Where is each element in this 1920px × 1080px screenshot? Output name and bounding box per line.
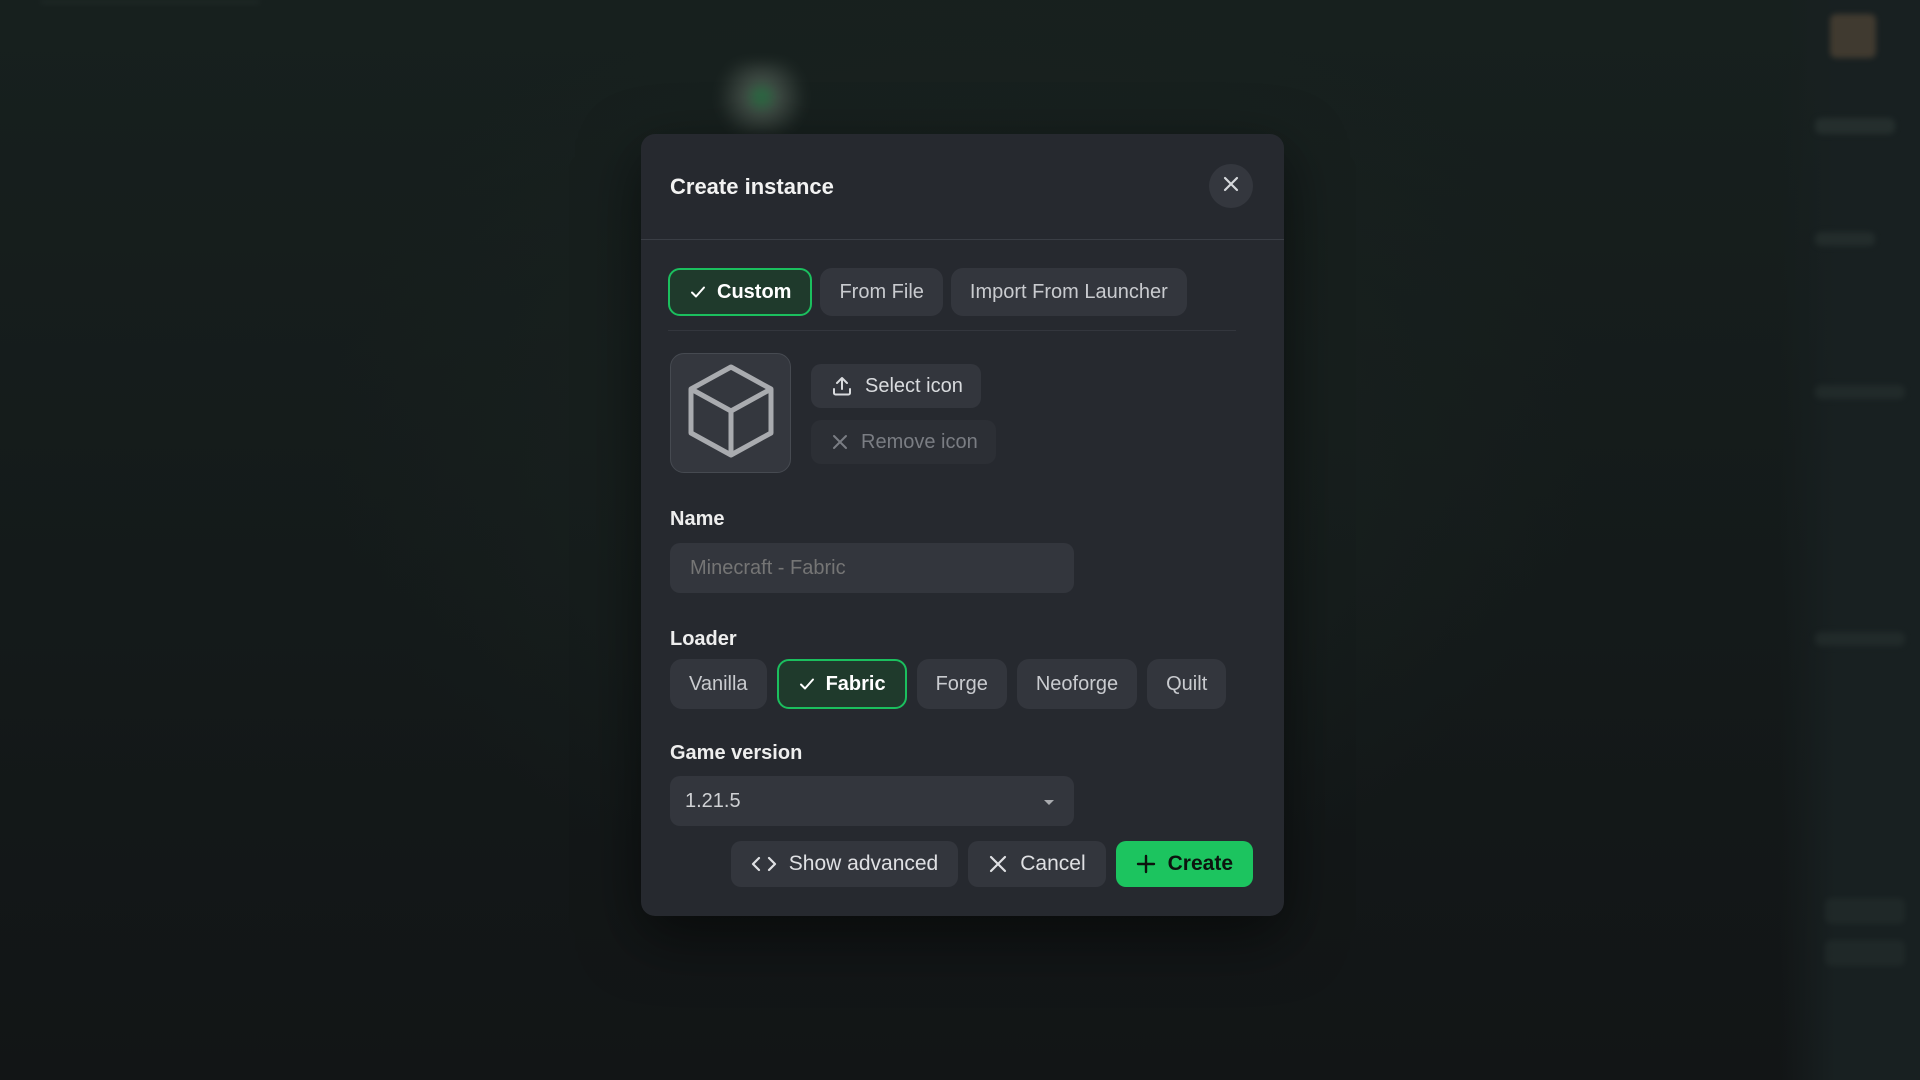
background-text [1825,940,1905,966]
create-button[interactable]: Create [1115,841,1253,887]
show-advanced-button[interactable]: Show advanced [730,841,959,887]
x-icon [831,433,849,451]
loader-quilt[interactable]: Quilt [1147,659,1227,709]
plus-icon [1136,854,1156,874]
background-text [1815,385,1905,399]
source-tabs: Custom From File Import From Launcher [668,268,1187,316]
cancel-button[interactable]: Cancel [968,841,1106,887]
cube-icon [685,361,777,466]
cancel-label: Cancel [1020,852,1086,875]
game-version-label: Game version [670,742,803,764]
game-version-select[interactable]: 1.21.5 [670,776,1074,826]
background-logo [712,62,822,132]
dialog-title: Create instance [670,174,834,199]
tab-import-label: Import From Launcher [969,280,1168,303]
name-label: Name [670,508,725,530]
create-instance-dialog: Create instance Custom From File Import … [641,134,1284,916]
instance-icon-preview [670,353,791,473]
loader-forge-label: Forge [935,672,988,695]
loader-vanilla[interactable]: Vanilla [670,659,767,709]
loader-label: Loader [670,628,737,650]
select-icon-label: Select icon [865,374,963,397]
loader-neoforge-label: Neoforge [1035,672,1119,695]
dialog-header: Create instance [641,134,1284,240]
background-text [1815,632,1905,646]
tab-from-file-label: From File [839,280,924,303]
background-text [40,0,260,4]
background-text [1815,232,1875,246]
tabs-divider [668,330,1236,331]
game-version-value: 1.21.5 [685,789,741,812]
remove-icon-button[interactable]: Remove icon [811,420,996,464]
loader-neoforge[interactable]: Neoforge [1016,659,1138,709]
tab-custom-label: Custom [717,280,792,303]
loader-vanilla-label: Vanilla [689,672,748,695]
tab-custom[interactable]: Custom [668,268,813,316]
loader-fabric[interactable]: Fabric [776,659,907,709]
code-icon [751,854,777,874]
name-input[interactable] [670,543,1074,593]
check-icon [798,675,816,693]
background-text [1815,118,1895,134]
select-icon-button[interactable]: Select icon [811,364,981,408]
close-icon [1222,175,1240,198]
close-button[interactable] [1209,164,1253,208]
remove-icon-label: Remove icon [861,430,978,453]
upload-icon [831,375,853,397]
show-advanced-label: Show advanced [788,852,939,875]
dialog-footer: Show advanced Cancel Create [730,841,1253,887]
create-label: Create [1167,852,1233,875]
icon-actions: Select icon Remove icon [811,364,996,464]
loader-quilt-label: Quilt [1166,672,1208,695]
x-icon [988,854,1008,874]
loader-forge[interactable]: Forge [916,659,1007,709]
tab-from-file[interactable]: From File [820,268,943,316]
tab-import-from-launcher[interactable]: Import From Launcher [950,268,1187,316]
dropdown-arrow-icon [1042,790,1056,813]
check-icon [689,283,707,301]
background-text [1825,898,1905,924]
loader-options: Vanilla Fabric Forge Neoforge Quilt [670,659,1227,709]
loader-fabric-label: Fabric [825,672,886,695]
background-avatar [1830,14,1876,58]
